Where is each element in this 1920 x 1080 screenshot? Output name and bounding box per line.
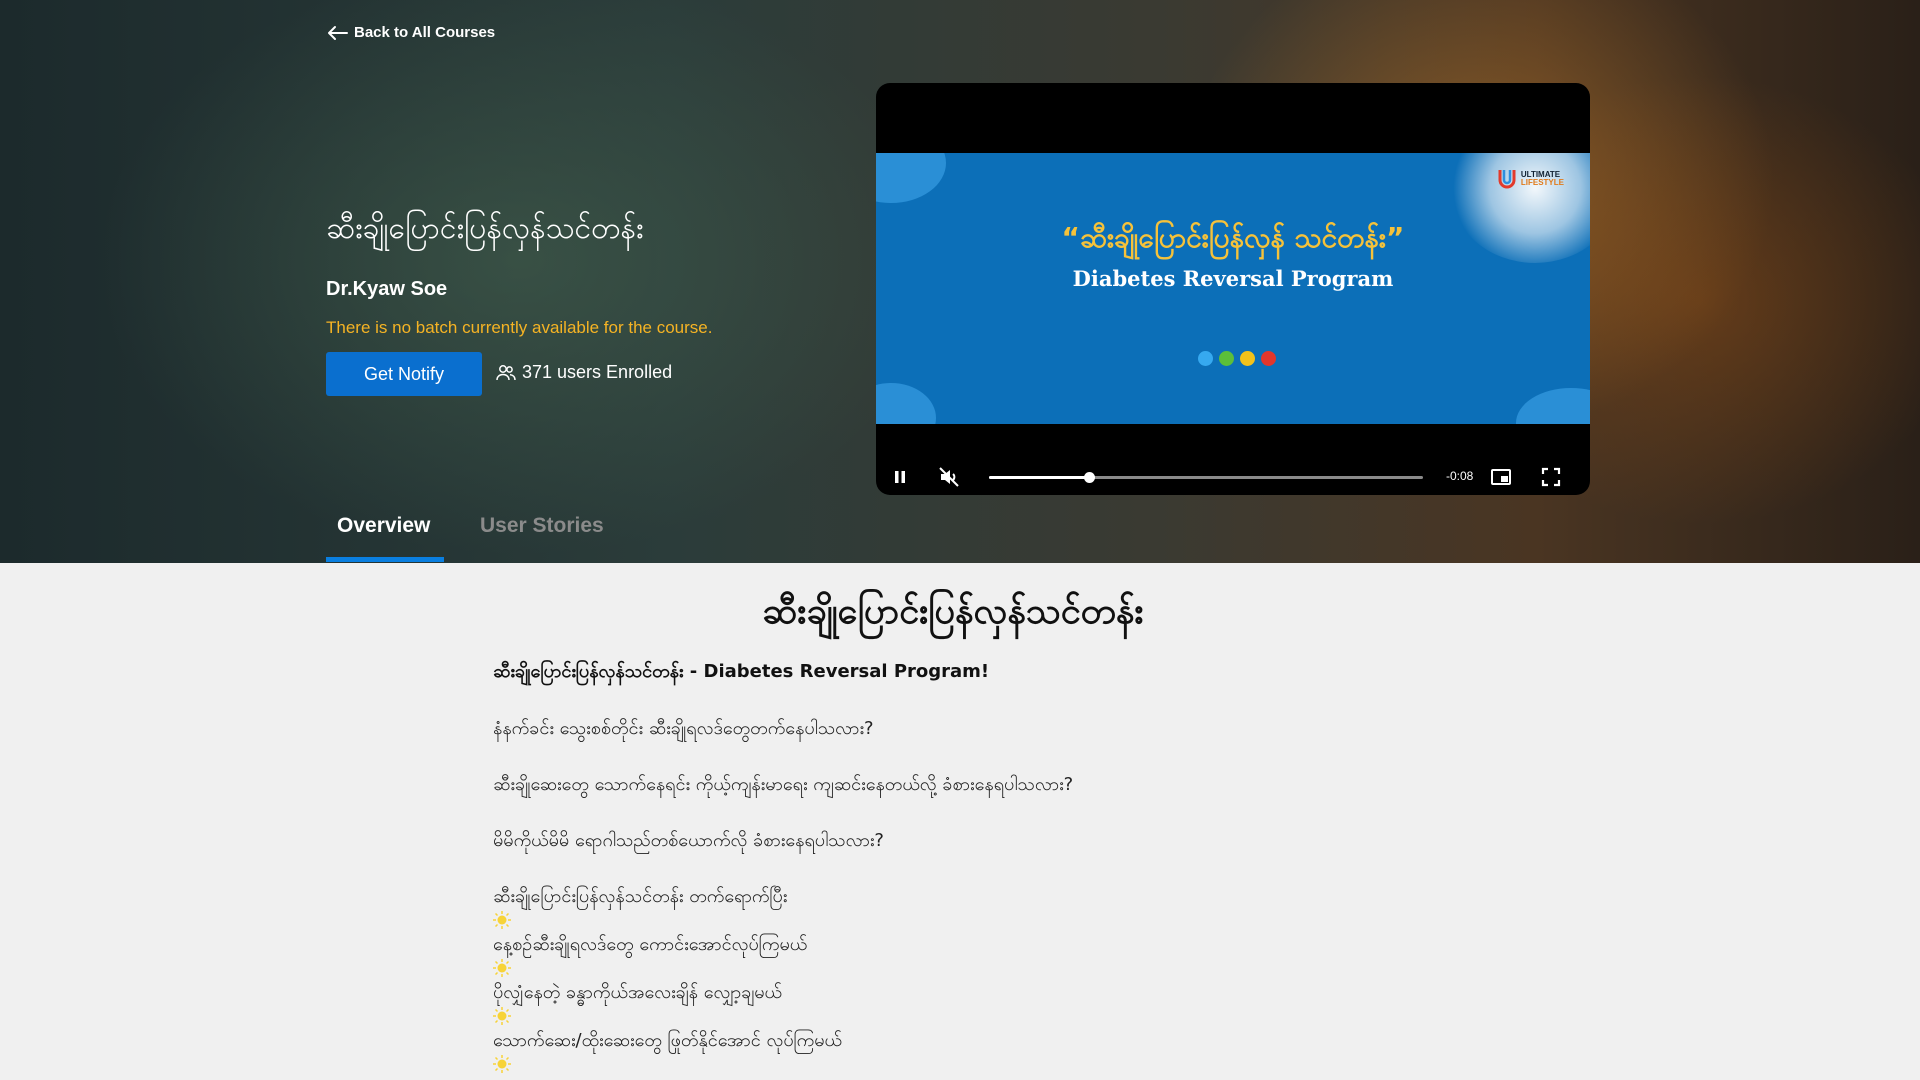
users-icon	[496, 364, 516, 380]
dot-red	[1261, 351, 1276, 366]
list-item: ပိုလျှံနေတဲ့ ခန္ဓာကိုယ်အလေးချိန် လျှော့ခ…	[493, 982, 783, 1003]
paragraph: မိမိကိုယ်မိမိ ရောဂါသည်တစ်ယောက်လို ခံစားန…	[493, 830, 884, 851]
instructor-name: Dr.Kyaw Soe	[326, 278, 448, 300]
video-frame: ULTIMATE LIFESTYLE “ဆီးချိုပြောင်းပြန်လှ…	[876, 153, 1590, 424]
slide-title-burmese: “ဆီးချိုပြောင်းပြန်လှန် သင်တန်း”	[1061, 221, 1405, 254]
enrolled-text: 371 users Enrolled	[522, 362, 673, 382]
arrow-left-icon	[328, 25, 348, 40]
pause-icon[interactable]	[888, 465, 912, 489]
course-tabs: Overview User Stories	[326, 506, 615, 562]
back-to-courses-link[interactable]: Back to All Courses	[326, 24, 495, 41]
tab-overview[interactable]: Overview	[326, 506, 444, 562]
get-notify-button[interactable]: Get Notify	[326, 352, 482, 396]
picture-in-picture-icon[interactable]	[1489, 465, 1513, 489]
video-progress-fill	[989, 476, 1089, 479]
course-hero: Back to All Courses ဆီးချိုပြောင်းပြန်လှ…	[0, 0, 1920, 563]
loading-dots	[1198, 351, 1276, 366]
dot-yellow	[1240, 351, 1255, 366]
video-player[interactable]: ULTIMATE LIFESTYLE “ဆီးချိုပြောင်းပြန်လှ…	[876, 83, 1590, 495]
video-progress-bar[interactable]	[989, 472, 1423, 483]
content-subtitle: ဆီးချိုပြောင်းပြန်လှန်သင်တန်း - Diabetes…	[493, 661, 990, 682]
course-title: ဆီးချိုပြောင်းပြန်လှန်သင်တန်း	[326, 211, 644, 246]
sun-icon	[493, 1007, 511, 1025]
video-progress-knob[interactable]	[1083, 472, 1095, 483]
content-heading: ဆီးချိုပြောင်းပြန်လှန်သင်တန်း	[762, 591, 1144, 632]
sun-icon	[493, 1055, 511, 1073]
ultimate-lifestyle-logo: ULTIMATE LIFESTYLE	[1496, 167, 1564, 191]
dot-blue	[1198, 351, 1213, 366]
batch-availability-note: There is no batch currently available fo…	[326, 318, 713, 337]
intro-line: ဆီးချိုပြောင်းပြန်လှန်သင်တန်း တက်ရောက်ပြ…	[493, 886, 788, 907]
video-controls: -0:08	[876, 459, 1590, 495]
time-remaining: -0:08	[1446, 469, 1474, 483]
paragraph: နံနက်ခင်း သွေးစစ်တိုင်း ဆီးချိုရလဒ်တွေတက…	[493, 718, 874, 739]
slide-title-english: Diabetes Reversal Program	[1072, 266, 1394, 291]
dot-green	[1219, 351, 1234, 366]
muted-volume-icon[interactable]	[937, 465, 961, 489]
enrollment-count: 371 users Enrolled	[496, 362, 672, 383]
sun-icon	[493, 911, 511, 929]
paragraph: ဆီးချိုဆေးတွေ သောက်နေရင်း ကိုယ့်ကျန်းမာရ…	[493, 774, 1074, 795]
fullscreen-icon[interactable]	[1539, 465, 1563, 489]
list-item: နေ့စဉ်ဆီးချိုရလဒ်တွေ ကောင်းအောင်လုပ်ကြမယ…	[493, 934, 808, 955]
back-link-label: Back to All Courses	[354, 24, 496, 41]
list-item: သောက်ဆေး/ထိုးဆေးတွေ ဖြုတ်နိုင်အောင် လုပ်…	[493, 1030, 842, 1051]
tab-user-stories[interactable]: User Stories	[469, 506, 615, 562]
sun-icon	[493, 959, 511, 977]
